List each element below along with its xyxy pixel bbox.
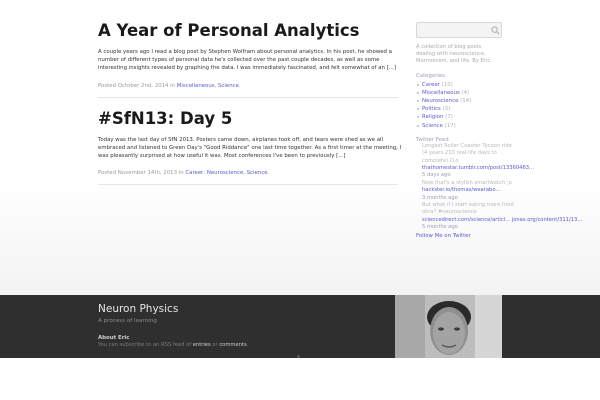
rss-prefix: You can subscribe to an RSS feed of	[98, 342, 193, 348]
about-heading: About Eric	[98, 335, 130, 341]
search-icon	[490, 25, 500, 35]
main-content: A Year of Personal Analytics A couple ye…	[98, 20, 401, 186]
category-count: (4)	[461, 89, 470, 96]
categories-heading: Categories	[416, 72, 446, 79]
sidebar: A collection of blog posts dealing with …	[416, 22, 582, 239]
tweet-time[interactable]: 3 months ago	[422, 195, 516, 202]
category-item: Career (10)	[416, 81, 516, 89]
scroll-dot	[297, 355, 300, 358]
tweet-time[interactable]: 5 days ago	[422, 172, 516, 179]
tweet: Longest Roller Coaster Tycoon ride (4 ye…	[416, 142, 534, 180]
category-link[interactable]: Neuroscience	[207, 170, 243, 176]
tweet-text: Now that's a stylish smartwatch ;p	[422, 179, 512, 186]
category-link[interactable]: Career	[185, 170, 203, 176]
rss-suffix: .	[246, 342, 249, 348]
category-count: (14)	[460, 98, 472, 105]
category-item: Neuroscience (14)	[416, 97, 516, 105]
tweet-link[interactable]: hackster.io/thomas/wearabo...	[422, 187, 516, 194]
post: #SfN13: Day 5 Today was the last day of …	[98, 108, 401, 186]
post: A Year of Personal Analytics A couple ye…	[98, 20, 398, 98]
category-link[interactable]: Miscellaneous	[177, 83, 215, 89]
post-title-link[interactable]: #SfN13: Day 5	[98, 108, 398, 130]
site-tagline: A process of learning	[98, 318, 157, 324]
post-excerpt: Today was the last day of SfN 2013. Post…	[98, 136, 402, 160]
post-date: Posted November 14th, 2013 in	[98, 170, 186, 177]
post-excerpt: A couple years ago I read a blog post by…	[98, 49, 396, 72]
post-meta: Posted October 2nd, 2014 in Miscellaneou…	[98, 82, 241, 89]
tweet-text: Longest Roller Coaster Tycoon ride (4 ye…	[422, 142, 512, 164]
site-footer: Neuron Physics A process of learning Abo…	[0, 295, 600, 358]
tweet-time[interactable]: 5 months ago	[422, 224, 516, 231]
category-count: (17)	[444, 122, 456, 129]
post-divider	[98, 184, 398, 186]
category-count: (7)	[445, 114, 453, 121]
category-count: (3)	[442, 106, 451, 113]
rss-entries-link[interactable]: entries	[193, 342, 211, 348]
category-link[interactable]: Science	[218, 83, 239, 89]
sidebar-about: A collection of blog posts dealing with …	[416, 44, 492, 65]
category-item: Miscellaneous (4)	[416, 89, 516, 97]
tweet-link[interactable]: thathomestar.tumblr.com/post/13360463...	[422, 165, 534, 172]
category-link[interactable]: Career	[422, 82, 440, 88]
category-link[interactable]: Neuroscience	[422, 98, 458, 104]
rss-comments-link[interactable]: comments	[219, 342, 246, 348]
search-button[interactable]	[488, 22, 502, 38]
post-divider	[98, 96, 398, 98]
follow-twitter-link[interactable]: Follow Me on Twitter	[416, 233, 516, 239]
category-link[interactable]: Politics	[422, 106, 441, 112]
category-list: Career (10) Miscellaneous (4) Neuroscien…	[416, 81, 516, 130]
post-date: Posted October 2nd, 2014 in	[98, 82, 177, 89]
search-box	[416, 22, 502, 38]
tweet: Now that's a stylish smartwatch ;p hacks…	[416, 180, 516, 202]
page-bottom	[0, 358, 600, 400]
category-link[interactable]: Science	[247, 170, 268, 176]
category-item: Science (17)	[416, 122, 516, 130]
category-link[interactable]: Miscellaneous	[422, 90, 460, 96]
category-item: Religion (7)	[416, 113, 516, 121]
site-title[interactable]: Neuron Physics	[98, 303, 178, 315]
author-portrait-icon	[395, 295, 502, 358]
post-meta: Posted November 14th, 2013 in Career, Ne…	[98, 170, 270, 177]
category-count: (10)	[441, 81, 453, 88]
rss-text: You can subscribe to an RSS feed of entr…	[98, 342, 248, 348]
post-title-link[interactable]: A Year of Personal Analytics	[98, 20, 398, 42]
tweet-text: But what if I start eating more fried ok…	[422, 202, 514, 216]
tweet-link[interactable]: sciencedirect.com/science/articl... jona…	[422, 217, 582, 224]
category-item: Politics (3)	[416, 105, 516, 113]
tweet: But what if I start eating more fried ok…	[416, 202, 582, 232]
category-link[interactable]: Religion	[422, 114, 443, 120]
category-link[interactable]: Science	[422, 123, 443, 129]
author-photo	[395, 295, 502, 358]
